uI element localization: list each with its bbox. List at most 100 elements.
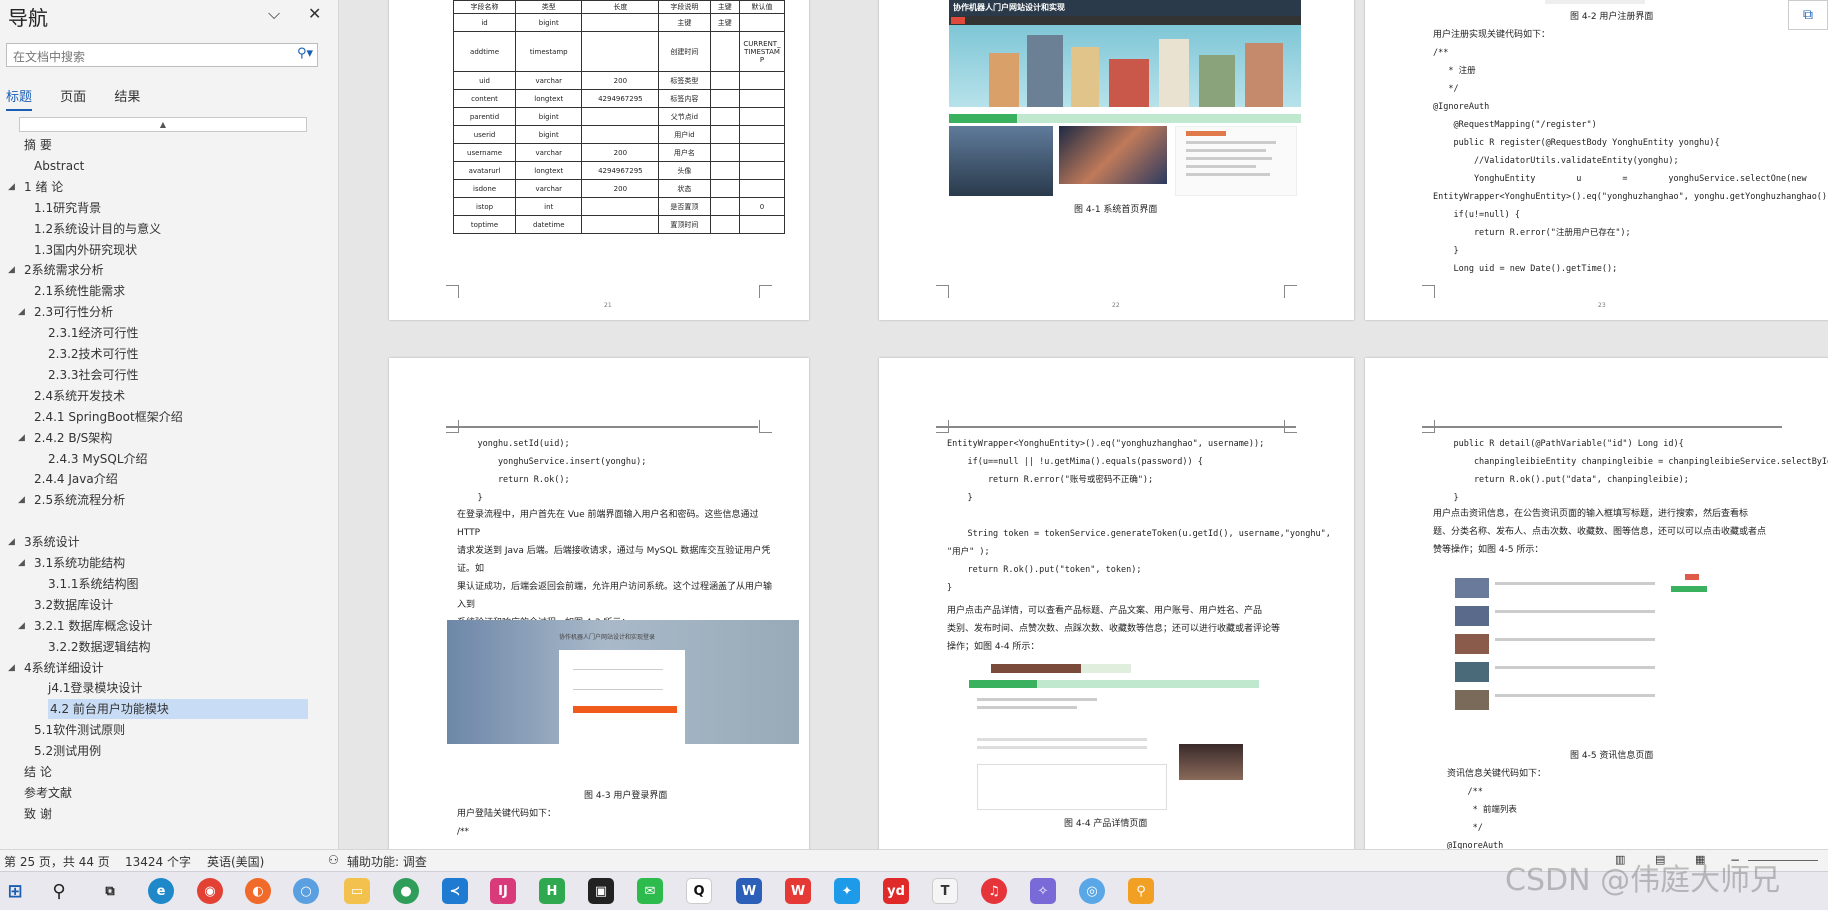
outline-item[interactable]: 4.2 前台用户功能模块 [48, 699, 308, 720]
outline-item[interactable]: 结 论 [24, 762, 52, 782]
table-cell [581, 13, 660, 32]
table-cell: timestamp [515, 31, 583, 72]
outline-item[interactable]: 参考文献 [24, 783, 72, 803]
vscode-icon[interactable]: ≺ [442, 878, 468, 904]
search-tool-icon[interactable]: ⚲ [1128, 878, 1154, 904]
outline-item[interactable]: 2.1系统性能需求 [34, 281, 125, 301]
expand-triangle-icon[interactable]: ◢ [8, 658, 15, 678]
text-line: yonghuService.insert(yonghu); [457, 457, 647, 467]
paragraph: 用户点击产品详情，可以查看产品标题、产品文案、用户账号、用户姓名、产品 类别、发布… [947, 602, 1287, 656]
outline-item[interactable]: 5.2测试用例 [34, 741, 101, 761]
table-cell: varchar [515, 143, 583, 162]
firefox-icon[interactable]: ◐ [245, 878, 271, 904]
chevron-down-icon[interactable]: ⌵ [268, 4, 280, 24]
outline-item[interactable]: 2.3.1经济可行性 [48, 323, 139, 343]
outline-item[interactable]: 1.3国内外研究现状 [34, 240, 137, 260]
netease-music-icon[interactable]: ♫ [981, 878, 1007, 904]
close-icon[interactable]: ✕ [308, 4, 321, 23]
table-cell: 置顶时间 [658, 215, 711, 234]
table-row: addtime timestamp 创建时间 CURRENT_TIMESTAMP [452, 31, 785, 72]
outline-item[interactable]: 2.4.4 Java介绍 [34, 469, 118, 489]
intellij-icon[interactable]: IJ [490, 878, 516, 904]
outline-item[interactable]: ◢ 4系统详细设计 [8, 658, 104, 678]
expand-triangle-icon[interactable]: ◢ [18, 490, 25, 510]
outline-item[interactable]: Abstract [34, 156, 84, 176]
expand-triangle-icon[interactable]: ◢ [18, 553, 25, 573]
expand-triangle-icon[interactable]: ◢ [18, 616, 25, 636]
table-cell: 200 [581, 143, 660, 162]
outline-item[interactable]: 摘 要 [24, 135, 52, 155]
table-cell: longtext [515, 89, 583, 108]
watermark: CSDN @伟庭大师兄 [1505, 863, 1781, 898]
outline-item[interactable]: 2.4系统开发技术 [34, 386, 125, 406]
feishu-icon[interactable]: ✦ [834, 878, 860, 904]
outline-item[interactable]: ◢ 3.1系统功能结构 [18, 553, 125, 573]
hbuilder-icon[interactable]: H [539, 878, 565, 904]
outline-item[interactable]: ◢ 2.3可行性分析 [18, 302, 113, 322]
table-cell [709, 215, 740, 234]
outline-item[interactable]: 1.1研究背景 [34, 198, 101, 218]
browser-icon[interactable]: ○ [293, 878, 319, 904]
app-icon[interactable]: ▣ [588, 878, 614, 904]
expand-triangle-icon[interactable]: ◢ [18, 302, 25, 322]
table-cell [739, 13, 785, 32]
accessibility-status[interactable]: 辅助功能: 调查 [347, 853, 427, 870]
word-icon[interactable]: W [736, 878, 762, 904]
qq-icon[interactable]: Q [686, 878, 712, 904]
outline-item[interactable]: ◢ 2.5系统流程分析 [18, 490, 125, 510]
task-view-icon[interactable]: ⧉ [97, 878, 123, 904]
outline-item-label: 2.3.2技术可行性 [48, 347, 139, 361]
chrome-icon[interactable]: ◉ [197, 878, 223, 904]
text-line: */ [1447, 823, 1483, 833]
app2-icon[interactable]: ✧ [1030, 878, 1056, 904]
outline-item[interactable]: j4.1登录模块设计 [48, 678, 142, 698]
expand-triangle-icon[interactable]: ◢ [8, 532, 15, 552]
maps-icon[interactable]: ● [393, 878, 419, 904]
page-count[interactable]: 第 25 页，共 44 页 [4, 853, 110, 870]
outline-item[interactable]: 3.2.2数据逻辑结构 [48, 637, 151, 657]
file-explorer-icon[interactable]: ▭ [344, 878, 370, 904]
outline-item[interactable]: 3.1.1系统结构图 [48, 574, 139, 594]
outline-item[interactable]: 3.2数据库设计 [34, 595, 113, 615]
language[interactable]: 英语(美国) [207, 853, 264, 870]
search-icon[interactable]: ⚲▾ [297, 46, 313, 61]
table-cell: int [515, 197, 583, 216]
outline-item[interactable]: ◢ 2系统需求分析 [8, 260, 104, 280]
outline-item[interactable]: ◢ 1 绪 论 [8, 177, 63, 197]
text-line: YonghuEntity u = yonghuService.selectOne… [1433, 174, 1807, 184]
collapse-all-button[interactable]: ▲ [19, 117, 307, 132]
outline-item[interactable]: ◢ 3.2.1 数据库概念设计 [18, 616, 152, 636]
outline-item[interactable]: 2.4.3 MySQL介绍 [48, 449, 148, 469]
outline-item[interactable]: 致 谢 [24, 804, 52, 824]
edge-icon[interactable]: e [148, 878, 174, 904]
table-cell [739, 215, 785, 234]
outline-item[interactable]: 1.2系统设计目的与意义 [34, 219, 161, 239]
word-count[interactable]: 13424 个字 [125, 853, 191, 870]
accessibility-icon[interactable]: ⚇ [328, 853, 339, 867]
comment-icon[interactable]: ⧉ [1788, 0, 1828, 30]
outline-item[interactable]: ◢ 2.4.2 B/S架构 [18, 428, 112, 448]
search-input[interactable]: 在文档中搜索 ⚲▾ [6, 43, 318, 67]
expand-triangle-icon[interactable]: ◢ [18, 428, 25, 448]
tab-headings[interactable]: 标题 [6, 86, 33, 111]
expand-triangle-icon[interactable]: ◢ [8, 177, 15, 197]
expand-triangle-icon[interactable]: ◢ [8, 260, 15, 280]
outline-item[interactable]: 2.3.2技术可行性 [48, 344, 139, 364]
search-icon[interactable]: ⚲ [46, 878, 72, 904]
tab-pages[interactable]: 页面 [60, 86, 86, 109]
paragraph: 资讯信息关键代码如下： [1447, 769, 1547, 779]
youdao-icon[interactable]: yd [883, 878, 909, 904]
wps-icon[interactable]: W [785, 878, 811, 904]
outline-item[interactable]: 2.4.1 SpringBoot框架介绍 [34, 407, 183, 427]
app3-icon[interactable]: ◎ [1079, 878, 1105, 904]
wechat-icon[interactable]: ✉ [637, 878, 663, 904]
document-area[interactable]: 字段名称 类型 长度 字段说明 主键 默认值 id bigint 主键 主键 addtime tim… [339, 0, 1828, 849]
windows-start-icon[interactable]: ⊞ [2, 878, 28, 904]
tab-results[interactable]: 结果 [114, 86, 140, 109]
typora-icon[interactable]: T [932, 878, 958, 904]
text-line: if(u==null || !u.getMima().equals(passwo… [947, 457, 1203, 467]
outline-item[interactable]: 5.1软件测试原则 [34, 720, 125, 740]
text-line: * 注册 [1433, 66, 1476, 76]
outline-item[interactable]: ◢ 3系统设计 [8, 532, 80, 552]
outline-item[interactable]: 2.3.3社会可行性 [48, 365, 139, 385]
